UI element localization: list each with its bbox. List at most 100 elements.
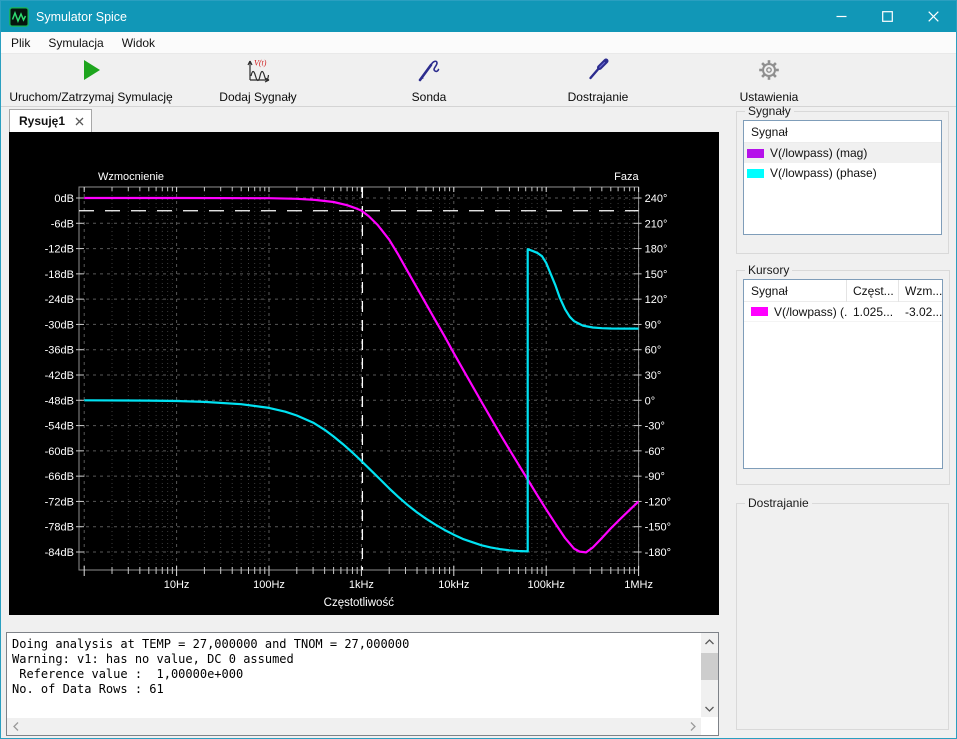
svg-text:-150°: -150° <box>645 522 671 534</box>
cursors-table-header: Sygnał Częst... Wzm... <box>744 280 942 302</box>
signals-groupbox: Sygnały Sygnał V(/lowpass) (mag) V(/lowp… <box>736 104 949 254</box>
signal-row-phase[interactable]: V(/lowpass) (phase) <box>744 163 941 183</box>
settings-gear-icon <box>757 56 781 84</box>
svg-text:-60dB: -60dB <box>45 446 74 458</box>
svg-text:-42dB: -42dB <box>45 370 74 382</box>
signals-group-label: Sygnały <box>745 104 794 118</box>
column-header-signal[interactable]: Sygnał <box>744 280 847 302</box>
scrollbar-thumb[interactable] <box>701 653 718 680</box>
tab-rysuje1[interactable]: Rysuję1 <box>9 109 92 132</box>
tab-close-icon[interactable] <box>75 117 84 126</box>
cursor-row[interactable]: V(/lowpass) (... 1.025... -3.02... <box>744 302 942 322</box>
signals-list[interactable]: Sygnał V(/lowpass) (mag) V(/lowpass) (ph… <box>743 120 942 235</box>
close-button[interactable] <box>910 1 956 32</box>
app-window: Symulator Spice Plik Symulacja Widok Uru… <box>0 0 957 739</box>
svg-text:-54dB: -54dB <box>45 421 74 433</box>
svg-text:-12dB: -12dB <box>45 244 74 256</box>
svg-text:100kHz: 100kHz <box>528 579 565 591</box>
cursor-gain: -3.02... <box>899 305 942 319</box>
svg-text:60°: 60° <box>645 345 662 357</box>
scroll-up-button[interactable] <box>701 633 718 650</box>
svg-text:-78dB: -78dB <box>45 522 74 534</box>
cursor-frequency: 1.025... <box>847 305 899 319</box>
svg-text:Częstotliwość: Częstotliwość <box>324 597 395 609</box>
scroll-right-button[interactable] <box>684 718 701 735</box>
tuning-group-label: Dostrajanie <box>745 496 812 510</box>
menu-plik[interactable]: Plik <box>2 32 39 54</box>
svg-text:100Hz: 100Hz <box>253 579 285 591</box>
cursors-groupbox: Kursory Sygnał Częst... Wzm... V(/lowpas… <box>736 263 950 485</box>
settings-button[interactable]: Ustawienia <box>699 56 839 104</box>
svg-text:210°: 210° <box>645 218 668 230</box>
signal-row-mag[interactable]: V(/lowpass) (mag) <box>744 143 941 163</box>
cursors-table[interactable]: Sygnał Częst... Wzm... V(/lowpass) (... … <box>743 279 943 469</box>
svg-text:-84dB: -84dB <box>45 547 74 559</box>
minimize-button[interactable] <box>818 1 864 32</box>
add-signals-button[interactable]: V(t) Dodaj Sygnały <box>180 56 336 104</box>
bode-plot: 0dB -6dB -12dB -18dB -24dB -30dB -36dB -42dB -48… <box>9 132 719 615</box>
svg-text:-60°: -60° <box>645 446 665 458</box>
svg-text:180°: 180° <box>645 244 668 256</box>
svg-text:Faza: Faza <box>614 171 639 183</box>
log-horizontal-scrollbar[interactable] <box>7 718 701 735</box>
tuning-icon <box>585 56 611 84</box>
svg-text:1kHz: 1kHz <box>349 579 374 591</box>
svg-text:10Hz: 10Hz <box>164 579 190 591</box>
phase-color-swatch <box>747 169 764 178</box>
cursor-color-swatch <box>751 307 768 316</box>
svg-text:-6dB: -6dB <box>51 218 74 230</box>
menu-widok[interactable]: Widok <box>113 32 164 54</box>
svg-text:0dB: 0dB <box>54 193 74 205</box>
svg-text:V(t): V(t) <box>254 58 267 67</box>
run-stop-simulation-button[interactable]: Uruchom/Zatrzymaj Symulację <box>1 56 181 104</box>
svg-text:-18dB: -18dB <box>45 269 74 281</box>
tab-bar: Rysuję1 <box>9 109 92 132</box>
probe-icon <box>416 56 442 84</box>
maximize-button[interactable] <box>864 1 910 32</box>
svg-text:-30°: -30° <box>645 421 665 433</box>
svg-text:-48dB: -48dB <box>45 395 74 407</box>
run-stop-simulation-icon <box>79 56 103 84</box>
maximize-icon <box>882 11 893 22</box>
svg-text:30°: 30° <box>645 370 662 382</box>
probe-button[interactable]: Sonda <box>359 56 499 104</box>
scroll-down-button[interactable] <box>701 700 718 717</box>
svg-text:10kHz: 10kHz <box>438 579 469 591</box>
signals-list-header[interactable]: Sygnał <box>744 121 941 143</box>
menu-bar: Plik Symulacja Widok <box>1 32 956 54</box>
cursors-group-label: Kursory <box>745 263 792 277</box>
app-logo-icon <box>9 7 29 27</box>
svg-text:90°: 90° <box>645 319 662 331</box>
column-header-frequency[interactable]: Częst... <box>847 280 899 302</box>
window-title: Symulator Spice <box>36 10 127 24</box>
svg-text:-90°: -90° <box>645 471 665 483</box>
minimize-icon <box>836 11 847 22</box>
menu-symulacja[interactable]: Symulacja <box>39 32 112 54</box>
svg-text:120°: 120° <box>645 294 668 306</box>
scroll-left-button[interactable] <box>7 718 24 735</box>
log-vertical-scrollbar[interactable] <box>701 633 718 717</box>
svg-text:-36dB: -36dB <box>45 345 74 357</box>
signal-label: V(/lowpass) (mag) <box>770 146 867 160</box>
tab-label: Rysuję1 <box>19 114 65 128</box>
svg-text:1MHz: 1MHz <box>624 579 653 591</box>
svg-text:Wzmocnienie: Wzmocnienie <box>98 171 164 183</box>
tuning-groupbox: Dostrajanie <box>736 496 949 730</box>
svg-text:150°: 150° <box>645 269 668 281</box>
title-bar: Symulator Spice <box>1 1 956 32</box>
close-icon <box>928 11 939 22</box>
svg-text:-180°: -180° <box>645 547 671 559</box>
toolbar: Uruchom/Zatrzymaj Symulację V(t) Dodaj S… <box>1 54 956 107</box>
log-text: Doing analysis at TEMP = 27,000000 and T… <box>12 637 698 717</box>
bode-plot-svg[interactable]: 0dB -6dB -12dB -18dB -24dB -30dB -36dB -42dB -48… <box>9 132 719 615</box>
add-signals-icon: V(t) <box>243 56 273 84</box>
svg-text:-24dB: -24dB <box>45 294 74 306</box>
column-header-gain[interactable]: Wzm... <box>899 284 942 298</box>
tuning-button[interactable]: Dostrajanie <box>528 56 668 104</box>
svg-text:-66dB: -66dB <box>45 471 74 483</box>
plot-page: Rysuję1 0dB -6dB -12dB -18dB -24dB -30dB -36dB… <box>1 107 731 738</box>
svg-text:240°: 240° <box>645 193 668 205</box>
log-console[interactable]: Doing analysis at TEMP = 27,000000 and T… <box>6 632 719 736</box>
svg-text:-30dB: -30dB <box>45 319 74 331</box>
magnitude-color-swatch <box>747 149 764 158</box>
